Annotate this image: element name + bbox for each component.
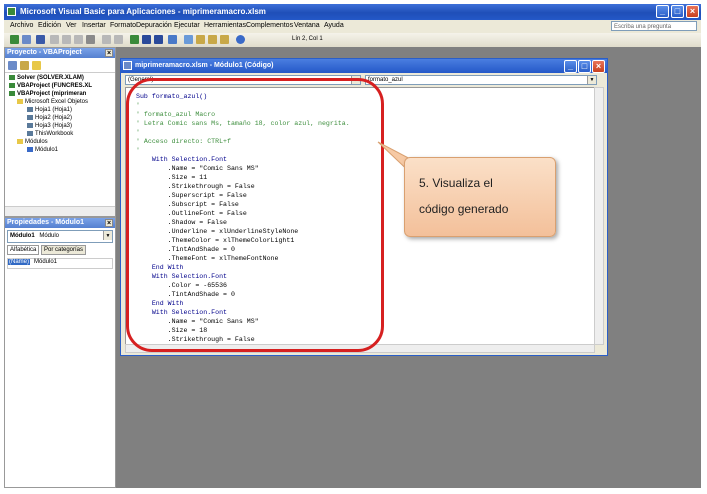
view-object-icon[interactable] xyxy=(20,61,29,70)
property-label: (Name) xyxy=(8,259,31,265)
code-maximize-button[interactable]: □ xyxy=(578,60,591,73)
project-icon xyxy=(9,91,15,96)
view-code-icon[interactable] xyxy=(8,61,17,70)
vba-app-icon xyxy=(7,7,16,16)
property-row-name[interactable]: (Name) Módulo1 xyxy=(7,258,113,269)
menu-ver[interactable]: Ver xyxy=(66,22,77,29)
menu-bar: Archivo Edición Ver Insertar Formato Dep… xyxy=(4,20,701,33)
object-browser-icon[interactable] xyxy=(208,35,217,44)
close-button[interactable]: × xyxy=(686,5,699,18)
tree-item-solver[interactable]: Solver (SOLVER.XLAM) xyxy=(9,75,84,81)
code-close-button[interactable]: × xyxy=(592,60,605,73)
save-icon[interactable] xyxy=(36,35,45,44)
callout-line-2: código generado xyxy=(419,202,509,216)
reset-icon[interactable] xyxy=(154,35,163,44)
menu-ventana[interactable]: Ventana xyxy=(294,22,320,29)
project-pane-title: Proyecto - VBAProject × xyxy=(5,48,115,58)
menu-archivo[interactable]: Archivo xyxy=(10,22,33,29)
properties-pane: Propiedades - Módulo1 × Módulo1 Módulo ▼… xyxy=(4,217,116,488)
code-minimize-button[interactable]: _ xyxy=(564,60,577,73)
menu-ejecutar[interactable]: Ejecutar xyxy=(174,22,200,29)
project-pane-toolbar xyxy=(5,58,115,73)
menu-formato[interactable]: Formato xyxy=(110,22,136,29)
menu-edicion[interactable]: Edición xyxy=(38,22,61,29)
copy-icon[interactable] xyxy=(62,35,71,44)
procedure-combo[interactable]: formato_azul ▼ xyxy=(365,75,597,85)
find-icon[interactable] xyxy=(86,35,95,44)
project-explorer-pane: Proyecto - VBAProject × Solver (SOLVER.X… xyxy=(4,47,116,217)
toggle-folders-icon[interactable] xyxy=(32,61,41,70)
tree-item-funcres[interactable]: VBAProject (FUNCRES.XL xyxy=(9,83,92,89)
highlight-frame xyxy=(126,78,384,352)
tab-alfabetica[interactable]: Alfabética xyxy=(7,245,40,255)
project-pane-hscroll[interactable] xyxy=(5,206,115,216)
project-explorer-icon[interactable] xyxy=(184,35,193,44)
tree-item-modulo1[interactable]: Módulo1 xyxy=(27,147,58,153)
menu-ayuda[interactable]: Ayuda xyxy=(324,22,344,29)
tree-folder-modulos[interactable]: Módulos xyxy=(17,139,48,145)
sheet-icon xyxy=(27,107,33,112)
tree-folder-excel-objects[interactable]: Microsoft Excel Objetos xyxy=(17,99,88,105)
tree-item-hoja3[interactable]: Hoja3 (Hoja3) xyxy=(27,123,72,129)
properties-pane-title: Propiedades - Módulo1 × xyxy=(5,218,115,228)
property-value: Módulo1 xyxy=(34,259,58,265)
window-title: Microsoft Visual Basic para Aplicaciones… xyxy=(20,7,266,16)
properties-icon[interactable] xyxy=(196,35,205,44)
chevron-down-icon[interactable]: ▼ xyxy=(103,231,112,240)
menu-complementos[interactable]: Complementos xyxy=(246,22,293,29)
main-title-bar: Microsoft Visual Basic para Aplicaciones… xyxy=(4,4,701,20)
cursor-position: Lín 2, Col 1 xyxy=(292,36,323,42)
run-icon[interactable] xyxy=(130,35,139,44)
tree-item-miprimera[interactable]: VBAProject (miprimeran xyxy=(9,91,86,97)
workbook-icon xyxy=(27,131,33,136)
tree-item-hoja1[interactable]: Hoja1 (Hoja1) xyxy=(27,107,72,113)
sheet-icon xyxy=(27,123,33,128)
maximize-button[interactable]: □ xyxy=(671,5,684,18)
code-window-title-bar: miprimeramacro.xlsm - Módulo1 (Código) _… xyxy=(121,59,607,73)
help-icon[interactable] xyxy=(236,35,245,44)
callout-line-1: 5. Visualiza el xyxy=(419,176,493,190)
design-mode-icon[interactable] xyxy=(168,35,177,44)
view-excel-icon[interactable] xyxy=(10,35,19,44)
callout-box: 5. Visualiza el código generado xyxy=(404,157,556,237)
object-selector[interactable]: Módulo1 Módulo ▼ xyxy=(7,230,113,243)
close-icon[interactable]: × xyxy=(105,49,113,57)
project-icon xyxy=(9,75,15,80)
minimize-button[interactable]: _ xyxy=(656,5,669,18)
module-icon xyxy=(27,147,33,152)
standard-toolbar: Lín 2, Col 1 xyxy=(4,33,701,48)
menu-depuracion[interactable]: Depuración xyxy=(136,22,172,29)
help-search-input[interactable]: Escriba una pregunta xyxy=(611,21,697,31)
chevron-down-icon[interactable]: ▼ xyxy=(587,76,596,84)
menu-insertar[interactable]: Insertar xyxy=(82,22,106,29)
menu-herramientas[interactable]: Herramientas xyxy=(204,22,246,29)
tree-item-hoja2[interactable]: Hoja2 (Hoja2) xyxy=(27,115,72,121)
pause-icon[interactable] xyxy=(142,35,151,44)
code-vertical-scrollbar[interactable] xyxy=(594,87,604,345)
toolbox-icon[interactable] xyxy=(220,35,229,44)
project-icon xyxy=(9,83,15,88)
tab-por-categorias[interactable]: Por categorías xyxy=(41,245,87,255)
paste-icon[interactable] xyxy=(74,35,83,44)
insert-module-icon[interactable] xyxy=(22,35,31,44)
redo-icon[interactable] xyxy=(114,35,123,44)
code-window-icon xyxy=(123,61,132,70)
undo-icon[interactable] xyxy=(102,35,111,44)
folder-icon xyxy=(17,99,23,104)
cut-icon[interactable] xyxy=(50,35,59,44)
folder-icon xyxy=(17,139,23,144)
code-window-title: miprimeramacro.xlsm - Módulo1 (Código) xyxy=(135,62,274,69)
sheet-icon xyxy=(27,115,33,120)
close-icon[interactable]: × xyxy=(105,219,113,227)
properties-tabs: Alfabética Por categorías xyxy=(7,245,113,256)
tree-item-thisworkbook[interactable]: ThisWorkbook xyxy=(27,131,73,137)
